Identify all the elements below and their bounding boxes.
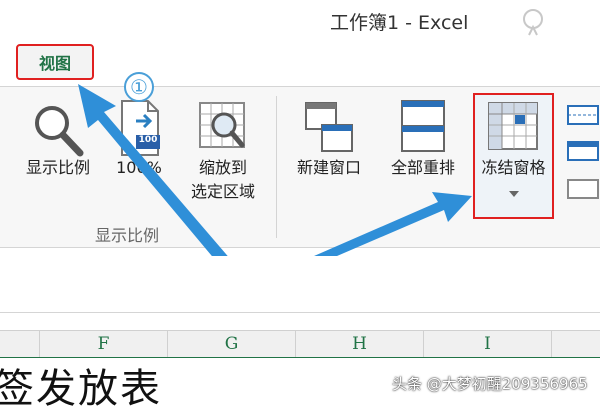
tab-view[interactable]: 视图: [16, 44, 94, 80]
zoom-label: 显示比例: [25, 158, 90, 177]
zoom-selection-label-line1: 缩放到: [198, 158, 247, 177]
column-header-i[interactable]: I: [424, 331, 552, 357]
window-title: 工作簿1 - Excel: [330, 12, 469, 34]
arrange-all-button[interactable]: 全部重排: [378, 95, 468, 215]
arrange-all-label: 全部重排: [390, 158, 455, 177]
zoom-to-selection-button[interactable]: 缩放到 选定区域: [176, 95, 270, 215]
new-window-button[interactable]: 新建窗口: [282, 95, 376, 215]
freeze-panes-icon: [488, 102, 538, 150]
freeze-panes-button[interactable]: 冻结窗格: [475, 95, 552, 217]
group-separator: [276, 96, 277, 238]
zoom-selection-label-line2: 选定区域: [190, 182, 255, 201]
column-header-h[interactable]: H: [296, 331, 424, 357]
column-header-f[interactable]: F: [40, 331, 168, 357]
new-window-icon: [305, 102, 353, 152]
freeze-panes-label: 冻结窗格: [481, 158, 546, 177]
watermark: 头条 @大梦初醒209356965: [392, 375, 588, 393]
zoom-group-label: 显示比例: [95, 226, 160, 245]
arrange-all-icon: [401, 100, 445, 152]
zoom-100-label: 100%: [116, 158, 162, 177]
zoom-100-icon: [121, 100, 160, 156]
column-header-blank[interactable]: [0, 331, 40, 357]
formula-bar[interactable]: [0, 256, 600, 313]
help-icon[interactable]: [518, 5, 548, 41]
annotation-step1: ①: [124, 72, 154, 102]
magnifier-icon: [35, 106, 84, 157]
title-bar: [0, 0, 600, 44]
split-hide-icons[interactable]: [566, 104, 600, 200]
column-header-g[interactable]: G: [168, 331, 296, 357]
zoom-100-button[interactable]: 100 100%: [108, 95, 170, 215]
zoom-button[interactable]: 显示比例: [10, 95, 106, 215]
zoom-100-badge: 100: [138, 135, 158, 145]
new-window-label: 新建窗口: [296, 158, 361, 177]
cell-text: 签发放表: [0, 366, 162, 412]
chevron-down-icon: [509, 191, 519, 197]
column-header-row: F G H I: [0, 330, 600, 359]
zoom-to-selection-icon: [199, 102, 245, 148]
